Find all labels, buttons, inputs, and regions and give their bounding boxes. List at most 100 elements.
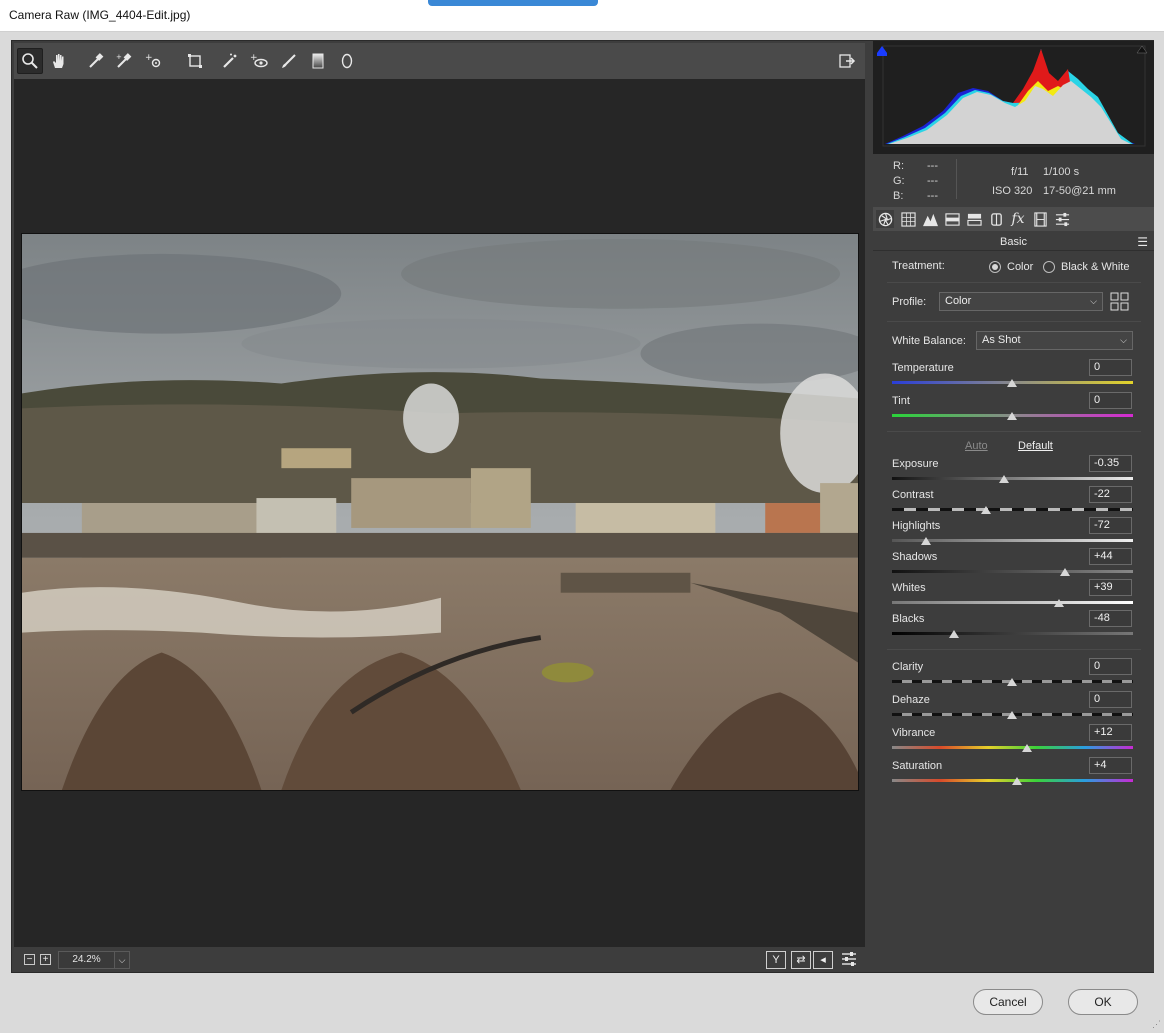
histogram [873,41,1154,154]
zoom-level-dropdown[interactable]: ⌵ [114,951,130,969]
sliders-icon [842,952,856,966]
tab-split-toning[interactable] [965,210,983,228]
white-balance-value: As Shot [982,334,1021,346]
zoom-out-button[interactable]: − [24,954,35,965]
copy-settings-button[interactable]: ◂ [813,951,833,969]
exposure-field[interactable]: -0.35 [1089,455,1132,472]
camera-readout: R: --- G: --- B: --- f/11 1/100 s ISO 320 1… [873,154,1154,206]
exposure-label: Exposure [892,458,939,470]
blacks-label: Blacks [892,613,925,625]
temperature-slider-thumb[interactable] [1007,379,1017,387]
zoom-tool-button[interactable] [17,48,43,74]
tab-presets[interactable] [1053,210,1071,228]
image-canvas[interactable] [14,79,865,947]
saturation-slider-thumb[interactable] [1012,777,1022,785]
magnifier-icon [22,53,38,69]
shadows-label: Shadows [892,551,938,563]
panel-menu-icon[interactable]: ☰ [1137,233,1148,251]
highlights-field[interactable]: -72 [1089,517,1132,534]
g-label: G: [893,175,905,187]
blacks-slider[interactable] [892,632,1133,635]
exposure-slider[interactable] [892,477,1133,480]
cancel-button[interactable]: Cancel [973,989,1043,1015]
treatment-bw-radio[interactable] [1043,261,1055,273]
color-sampler-tool-button[interactable]: + [111,48,137,74]
default-link[interactable]: Default [1018,440,1053,452]
shadows-slider-thumb[interactable] [1060,568,1070,576]
adjustments-panel: R: --- G: --- B: --- f/11 1/100 s ISO 320 1… [873,41,1154,972]
clarity-field[interactable]: 0 [1089,658,1132,675]
spot-removal-icon [223,53,237,68]
contrast-slider-thumb[interactable] [981,506,991,514]
auto-link[interactable]: Auto [965,440,988,452]
tab-basic[interactable] [876,210,894,228]
temperature-field[interactable]: 0 [1089,359,1132,376]
blacks-slider-thumb[interactable] [949,630,959,638]
tint-field[interactable]: 0 [1089,392,1132,409]
adjustment-brush-tool-button[interactable] [276,48,302,74]
dehaze-slider-thumb[interactable] [1007,711,1017,719]
clarity-slider-thumb[interactable] [1007,678,1017,686]
red-eye-icon: + [250,53,268,68]
blacks-field[interactable]: -48 [1089,610,1132,627]
aperture-icon [878,212,892,226]
profile-label: Profile: [892,296,927,308]
film-icon [1033,211,1047,227]
exposure-slider-thumb[interactable] [999,475,1009,483]
tab-camera-calibration[interactable] [1031,210,1049,228]
vibrance-slider-thumb[interactable] [1022,744,1032,752]
treatment-label: Treatment: [892,260,945,272]
transform-tool-button[interactable] [182,48,208,74]
zoom-level-field[interactable]: 24.2% [58,951,115,969]
aperture-value: f/11 [1011,166,1029,178]
dialog-footer: Cancel OK ⋰ [0,975,1164,1033]
lens-value: 17-50@21 mm [1043,185,1116,197]
vibrance-field[interactable]: +12 [1089,724,1132,741]
svg-text:+: + [116,53,122,61]
preview-bottom-bar: − + 24.2% ⌵ Y ⇄ ◂ [14,947,865,972]
radial-filter-tool-button[interactable] [334,48,360,74]
toggle-settings-button[interactable] [836,946,862,972]
zoom-in-button[interactable]: + [40,954,51,965]
tab-effects[interactable]: fx [1009,210,1027,228]
temperature-label: Temperature [892,362,954,374]
tab-lens-corrections[interactable] [987,210,1005,228]
graduated-filter-tool-button[interactable] [305,48,331,74]
tab-hsl[interactable] [943,210,961,228]
saturation-field[interactable]: +4 [1089,757,1132,774]
open-preferences-button[interactable] [834,48,860,74]
profile-select[interactable]: Color ⌵ [939,292,1103,311]
whites-slider-thumb[interactable] [1054,599,1064,607]
treatment-color-radio[interactable] [989,261,1001,273]
title-accent-strip [428,0,598,6]
dehaze-field[interactable]: 0 [1089,691,1132,708]
targeted-adjustment-tool-button[interactable]: + [141,48,167,74]
white-balance-select[interactable]: As Shot ⌵ [976,331,1133,350]
whites-field[interactable]: +39 [1089,579,1132,596]
swap-before-after-button[interactable]: ⇄ [791,951,811,969]
divider [887,321,1141,322]
tint-slider-thumb[interactable] [1007,412,1017,420]
tab-tone-curve[interactable] [899,210,917,228]
red-eye-tool-button[interactable]: + [246,48,272,74]
hand-tool-button[interactable] [46,48,72,74]
profile-browser-button[interactable] [1110,292,1130,311]
tab-detail[interactable] [921,210,939,228]
whites-slider[interactable] [892,601,1133,604]
spot-removal-tool-button[interactable] [217,48,243,74]
b-label: B: [893,190,904,202]
resize-grip-icon[interactable]: ⋰ [1152,1019,1161,1030]
color-sampler-icon: + [116,53,132,68]
white-balance-tool-button[interactable] [83,48,109,74]
shadows-slider[interactable] [892,570,1133,573]
shadows-field[interactable]: +44 [1089,548,1132,565]
contrast-slider[interactable] [892,508,1133,511]
before-after-view-button[interactable]: Y [766,951,786,969]
contrast-field[interactable]: -22 [1089,486,1132,503]
ok-button[interactable]: OK [1068,989,1138,1015]
highlights-slider-thumb[interactable] [921,537,931,545]
grid-icon [1110,292,1129,311]
landscape-photo [22,234,858,790]
vibrance-slider[interactable] [892,746,1133,749]
presets-sliders-icon [1055,212,1069,226]
